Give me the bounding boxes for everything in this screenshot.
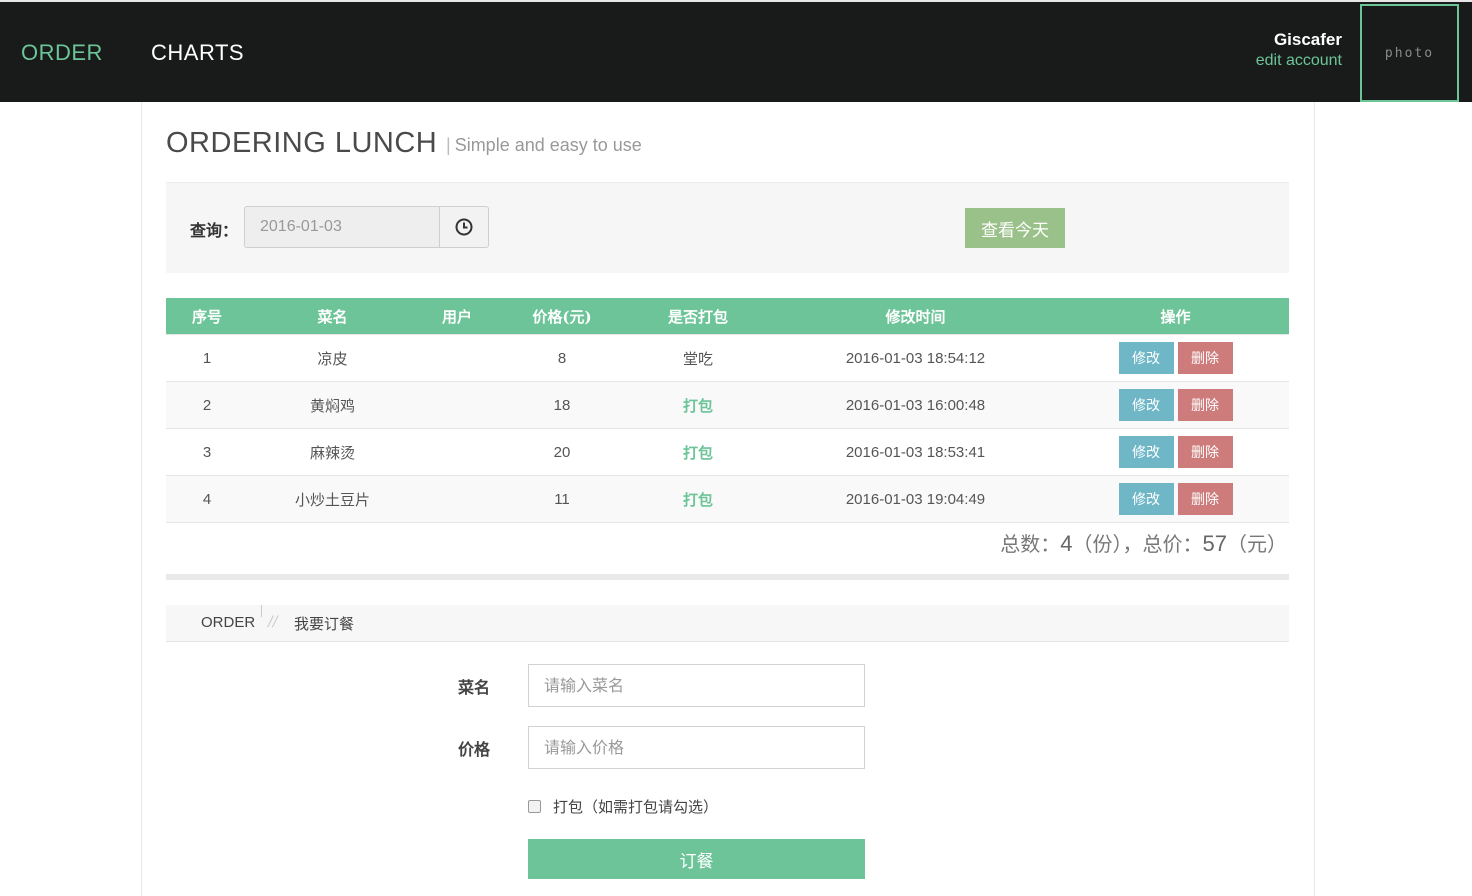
delete-button[interactable]: 删除 — [1177, 342, 1233, 374]
nav-order-link[interactable]: ORDER — [21, 40, 103, 66]
cell-actions: 修改 删除 — [1062, 428, 1289, 476]
column-header-user: 用户 — [417, 298, 497, 335]
cell-price: 20 — [497, 428, 627, 476]
edit-button[interactable]: 修改 — [1118, 389, 1174, 421]
cell-pack: 打包 — [627, 381, 769, 429]
date-picker-button[interactable] — [439, 206, 489, 248]
cell-dish: 小炒土豆片 — [248, 475, 417, 523]
cell-price: 18 — [497, 381, 627, 429]
total-price: 57 — [1202, 531, 1227, 556]
section-divider — [166, 574, 1289, 580]
total-count: 4 — [1060, 531, 1073, 556]
clock-icon — [455, 218, 473, 236]
column-header-price: 价格(元) — [497, 298, 627, 335]
nav-charts-link[interactable]: CHARTS — [151, 40, 244, 66]
cell-dish: 麻辣烫 — [248, 428, 417, 476]
date-input[interactable]: 2016-01-03 — [244, 206, 440, 248]
table-row: 1 凉皮 8 堂吃 2016-01-03 18:54:12 修改 删除 — [166, 334, 1289, 382]
cell-user — [417, 334, 497, 382]
cell-id: 2 — [166, 381, 248, 429]
price-label: 价格 — [458, 740, 491, 759]
breadcrumb-current: 我要订餐 — [294, 615, 355, 633]
table-row: 3 麻辣烫 20 打包 2016-01-03 18:53:41 修改 删除 — [166, 428, 1289, 476]
cell-price: 11 — [497, 475, 627, 523]
table-header-row: 序号 菜名 用户 价格(元) 是否打包 修改时间 操作 — [166, 298, 1289, 335]
page-subtitle: | Simple and easy to use — [446, 135, 642, 156]
cell-id: 3 — [166, 428, 248, 476]
breadcrumb-divider — [261, 605, 262, 617]
navbar: ORDER CHARTS Giscafer edit account photo — [0, 2, 1472, 102]
table-row: 2 黄焖鸡 18 打包 2016-01-03 16:00:48 修改 删除 — [166, 381, 1289, 429]
table-row: 4 小炒土豆片 11 打包 2016-01-03 19:04:49 修改 删除 — [166, 475, 1289, 523]
cell-pack: 打包 — [627, 475, 769, 523]
column-header-dish: 菜名 — [248, 298, 417, 335]
order-totals: 总数：4（份），总价：57（元） — [1000, 528, 1287, 557]
cell-user — [417, 428, 497, 476]
subtitle-text: Simple and easy to use — [454, 135, 642, 155]
breadcrumb-root[interactable]: ORDER — [201, 614, 255, 631]
column-header-actions: 操作 — [1062, 298, 1289, 335]
cell-time: 2016-01-03 16:00:48 — [769, 381, 1062, 429]
price-input[interactable] — [528, 726, 865, 769]
cell-time: 2016-01-03 18:54:12 — [769, 334, 1062, 382]
total-price-unit: （元） — [1227, 532, 1287, 556]
delete-button[interactable]: 删除 — [1177, 389, 1233, 421]
breadcrumb-separator: // — [268, 614, 278, 630]
totals-separator: ， — [1122, 532, 1143, 556]
edit-button[interactable]: 修改 — [1118, 342, 1174, 374]
cell-time: 2016-01-03 19:04:49 — [769, 475, 1062, 523]
avatar[interactable]: photo — [1360, 4, 1459, 102]
user-name: Giscafer — [1273, 30, 1342, 49]
page-title: ORDERING LUNCH — [166, 127, 438, 159]
total-count-label: 总数： — [1000, 532, 1061, 556]
column-header-id: 序号 — [166, 298, 248, 335]
breadcrumb: ORDER // 我要订餐 — [166, 605, 1289, 642]
total-count-unit: （份） — [1072, 532, 1123, 556]
subtitle-bar: | — [446, 135, 451, 155]
cell-actions: 修改 删除 — [1062, 334, 1289, 382]
cell-user — [417, 475, 497, 523]
view-today-button[interactable]: 查看今天 — [965, 208, 1065, 248]
column-header-time: 修改时间 — [769, 298, 1062, 335]
total-price-label: 总价： — [1142, 532, 1203, 556]
cell-id: 1 — [166, 334, 248, 382]
cell-id: 4 — [166, 475, 248, 523]
cell-pack: 打包 — [627, 428, 769, 476]
pack-checkbox[interactable] — [528, 800, 541, 813]
query-label: 查询： — [190, 221, 239, 240]
column-header-pack: 是否打包 — [627, 298, 769, 335]
delete-button[interactable]: 删除 — [1177, 436, 1233, 468]
orders-table: 序号 菜名 用户 价格(元) 是否打包 修改时间 操作 1 凉皮 8 堂吃 20… — [166, 298, 1289, 523]
cell-user — [417, 381, 497, 429]
cell-dish: 黄焖鸡 — [248, 381, 417, 429]
dish-name-input[interactable] — [528, 664, 865, 707]
cell-time: 2016-01-03 18:53:41 — [769, 428, 1062, 476]
cell-actions: 修改 删除 — [1062, 475, 1289, 523]
dish-label: 菜名 — [458, 678, 491, 697]
pack-checkbox-label[interactable]: 打包（如需打包请勾选） — [553, 796, 718, 817]
edit-account-link[interactable]: edit account — [1256, 52, 1342, 70]
edit-button[interactable]: 修改 — [1118, 483, 1174, 515]
order-submit-button[interactable]: 订餐 — [528, 839, 865, 879]
cell-price: 8 — [497, 334, 627, 382]
cell-dish: 凉皮 — [248, 334, 417, 382]
delete-button[interactable]: 删除 — [1177, 483, 1233, 515]
cell-actions: 修改 删除 — [1062, 381, 1289, 429]
cell-pack: 堂吃 — [627, 334, 769, 382]
edit-button[interactable]: 修改 — [1118, 436, 1174, 468]
avatar-photo-label: photo — [1384, 45, 1435, 61]
